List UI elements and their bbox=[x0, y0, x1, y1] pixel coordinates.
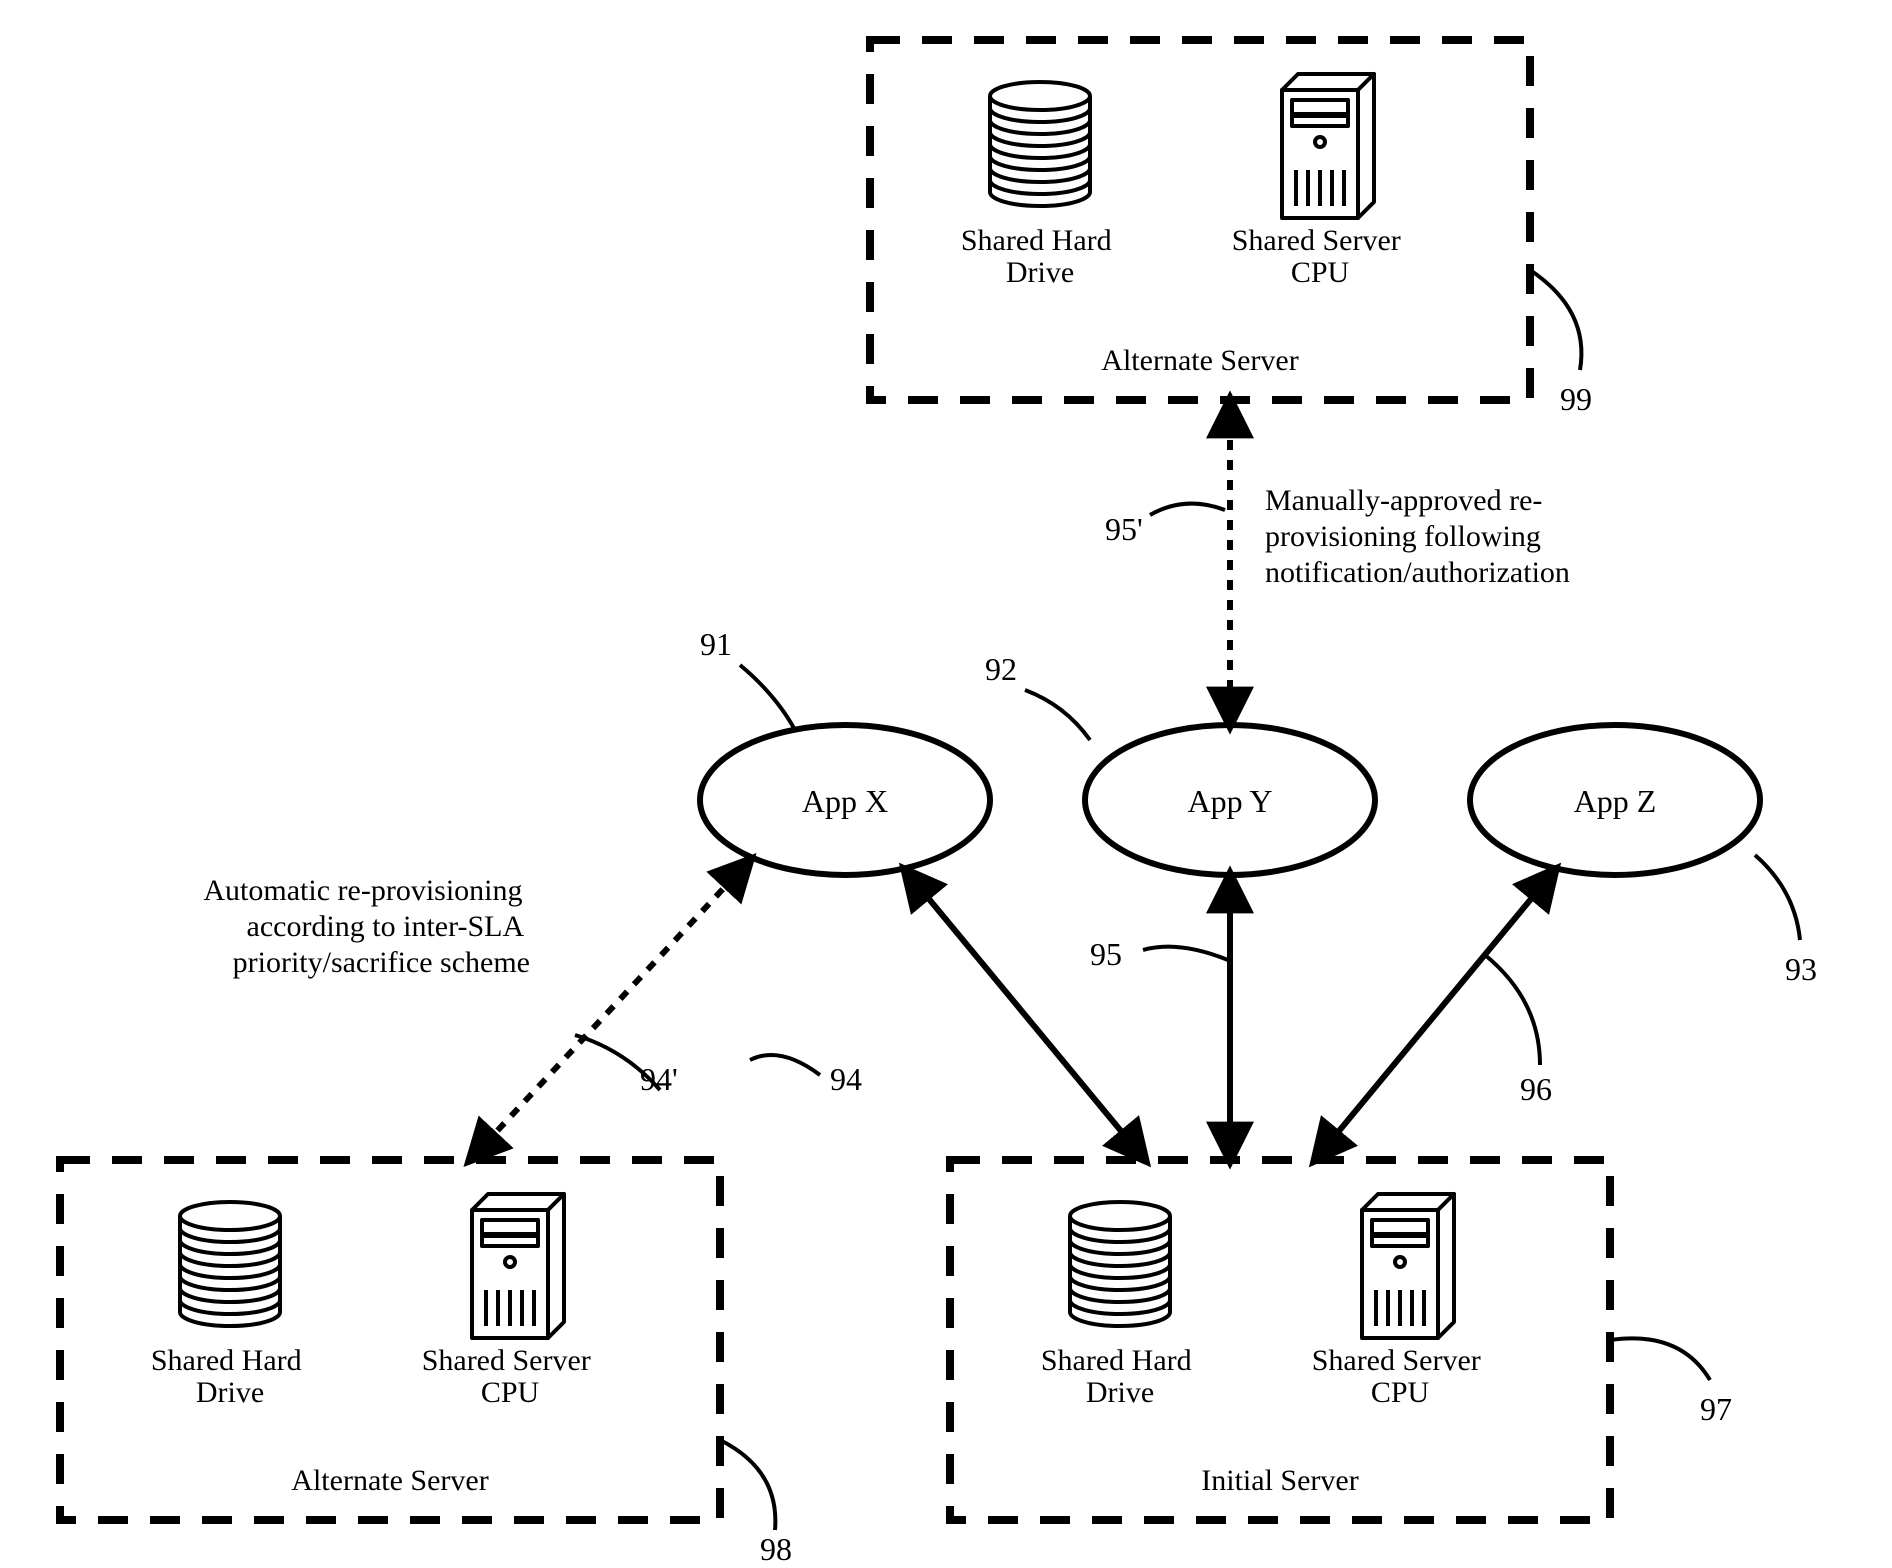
annotation-auto-reprovisioning: Automatic re-provisioning according to i… bbox=[203, 874, 530, 979]
alternate-server-top-box: Shared Hard Drive Shared Server CPU Alte… bbox=[870, 40, 1530, 400]
ref-91: 91 bbox=[700, 626, 732, 662]
alternate-server-title: Alternate Server bbox=[1101, 344, 1298, 377]
app-z-label: App Z bbox=[1574, 783, 1657, 819]
initial-server-title: Initial Server bbox=[1201, 1464, 1358, 1497]
ref-leader bbox=[1143, 947, 1228, 960]
ref-95p: 95' bbox=[1105, 511, 1143, 547]
shared-server-cpu-label: Shared Server CPU bbox=[1232, 224, 1409, 289]
ref-leader bbox=[750, 1055, 820, 1075]
ref-leader bbox=[1025, 690, 1090, 740]
hard-drive-icon bbox=[990, 82, 1090, 206]
ref-98: 98 bbox=[760, 1531, 792, 1567]
ref-leader bbox=[720, 1440, 775, 1530]
app-x-label: App X bbox=[802, 783, 888, 819]
ref-97: 97 bbox=[1700, 1391, 1732, 1427]
shared-hard-drive-label: Shared Hard Drive bbox=[1041, 1344, 1199, 1409]
ref-leader bbox=[1530, 270, 1581, 370]
ref-94: 94 bbox=[830, 1061, 862, 1097]
ref-94p: 94' bbox=[640, 1061, 678, 1097]
app-y-node: App Y bbox=[1085, 725, 1375, 875]
alternate-server-bottom-box: Shared Hard Drive Shared Server CPU Alte… bbox=[60, 1160, 720, 1520]
ref-leader bbox=[740, 665, 795, 730]
ref-92: 92 bbox=[985, 651, 1017, 687]
ref-leader bbox=[1150, 504, 1225, 515]
shared-hard-drive-label: Shared Hard Drive bbox=[151, 1344, 309, 1409]
shared-server-cpu-label: Shared Server CPU bbox=[1312, 1344, 1489, 1409]
annotation-manual-reprovisioning: Manually-approved re- provisioning follo… bbox=[1265, 484, 1570, 589]
shared-hard-drive-label: Shared Hard Drive bbox=[961, 224, 1119, 289]
server-icon bbox=[1282, 74, 1374, 218]
initial-server-box: Shared Hard Drive Shared Server CPU Init… bbox=[950, 1160, 1610, 1520]
ref-99: 99 bbox=[1560, 381, 1592, 417]
ref-leader bbox=[1610, 1338, 1710, 1380]
connector-94 bbox=[905, 870, 1145, 1160]
hard-drive-icon bbox=[180, 1202, 280, 1326]
alternate-server-title: Alternate Server bbox=[291, 1464, 488, 1497]
app-x-node: App X bbox=[700, 725, 990, 875]
hard-drive-icon bbox=[1070, 1202, 1170, 1326]
ref-leader bbox=[1755, 855, 1800, 940]
ref-leader bbox=[1485, 955, 1540, 1065]
server-icon bbox=[472, 1194, 564, 1338]
ref-93: 93 bbox=[1785, 951, 1817, 987]
connector-96 bbox=[1315, 870, 1555, 1160]
server-icon bbox=[1362, 1194, 1454, 1338]
app-y-label: App Y bbox=[1187, 783, 1272, 819]
shared-server-cpu-label: Shared Server CPU bbox=[422, 1344, 599, 1409]
ref-96: 96 bbox=[1520, 1071, 1552, 1107]
ref-95: 95 bbox=[1090, 936, 1122, 972]
app-z-node: App Z bbox=[1470, 725, 1760, 875]
